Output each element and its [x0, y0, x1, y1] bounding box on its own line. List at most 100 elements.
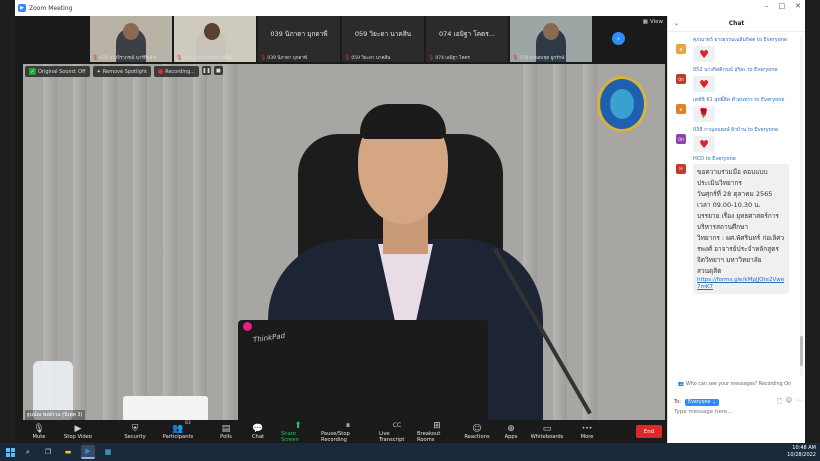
- chevron-down-icon[interactable]: ⌄: [674, 20, 679, 27]
- pause-stop-recording-button[interactable]: ⏸ Pause/Stop Recording: [321, 420, 375, 443]
- system-clock[interactable]: 10:48 AM 10/28/2022: [787, 445, 816, 459]
- chevron-right-icon: ›: [616, 34, 621, 43]
- minimize-button[interactable]: –: [765, 2, 769, 10]
- whiteboard-icon: ▭: [542, 423, 552, 434]
- windows-taskbar: ⌕ ❐ ▬ ▶ ▦ 10:48 AM 10/28/2022: [0, 443, 820, 461]
- participant-name: 078 นางจิราภรณ์ นาร์ทิพส์เร: [99, 56, 157, 61]
- apps-icon: ⊕: [507, 423, 515, 434]
- participant-thumbnail[interactable]: 059 วิยะดา นาคสิน 🎙 059 วิยะดา นาคสิน: [342, 16, 424, 62]
- file-icon[interactable]: 🗋: [777, 397, 782, 407]
- reactions-button[interactable]: ☺ Reactions: [464, 420, 490, 443]
- mic-muted-icon: 🎙: [92, 54, 99, 61]
- meeting-toolbar: 🎙 Mute ▶ Stop Video ⛨ Security 👥 83 Part…: [15, 420, 685, 443]
- share-screen-button[interactable]: ⬆ Share Screen: [281, 420, 315, 443]
- message-line: วิทยากร : ผศ.พัศรินทร์ ก่อเลิศวรพงศ์ อาจ…: [697, 234, 785, 275]
- thumbnail-strip: 🎙 078 นางจิราภรณ์ นาร์ทิพส์เร 🎙 031 นางวรว…: [90, 16, 592, 62]
- security-button[interactable]: ⛨ Security: [120, 420, 150, 443]
- participant-thumbnail[interactable]: 074 เอมิฐา โคตร... 🎙 074 เอมิฐา โคตร: [426, 16, 508, 62]
- polls-button[interactable]: ▤ Polls: [215, 420, 237, 443]
- original-sound-pill[interactable]: ✓ Original Sound: Off: [25, 66, 90, 77]
- more-icon[interactable]: ⋯: [796, 397, 802, 407]
- heart-icon: ♥: [699, 77, 709, 91]
- mic-muted-icon: 🎙: [176, 54, 183, 61]
- message-sender: HCD: [693, 156, 705, 162]
- more-button[interactable]: ••• More: [578, 420, 596, 443]
- recording-indicator: Recording...: [154, 66, 199, 77]
- form-link[interactable]: https://forms.gle/kMpJJQte2Vwe7mK7: [697, 277, 785, 291]
- task-view-icon[interactable]: ❐: [41, 445, 55, 459]
- whiteboards-button[interactable]: ▭ Whiteboards: [531, 420, 564, 443]
- stop-icon: ■: [216, 67, 221, 74]
- avatar: ต: [676, 104, 686, 114]
- participant-thumbnail[interactable]: 039 นิภาดา มุกดาพี 🎙 039 นิภาดา มุกดาพี: [258, 16, 340, 62]
- app-taskbar-icon[interactable]: ▦: [101, 445, 115, 459]
- stop-video-button[interactable]: ▶ Stop Video: [60, 420, 96, 443]
- remove-spotlight-pill[interactable]: ✦ Remove Spotlight: [92, 66, 152, 77]
- emoji-icon[interactable]: ☺: [786, 397, 792, 407]
- grid-icon: ▦: [642, 19, 648, 25]
- chat-message: HCD to Everyone H ขอความร่วมมือ ตอบแบบปร…: [676, 156, 806, 294]
- window-title: Zoom Meeting: [29, 4, 73, 12]
- participant-thumbnail[interactable]: 🎙 031 นางวรวรรณ วงศ์พิธ์: [174, 16, 256, 62]
- participant-name-overlay: 059 วิยะดา นาคสิน: [354, 30, 412, 38]
- video-icon: ▶: [74, 423, 82, 434]
- chat-message: 038 กาญจนพงษ์ ผิวบ้าน to Everyone 0ก ♥: [676, 126, 806, 152]
- avatar: ศ: [676, 44, 686, 54]
- participant-count: 83: [185, 421, 191, 426]
- breakout-rooms-button[interactable]: ⊞ Breakout Rooms: [417, 420, 457, 443]
- chat-scrollbar[interactable]: [800, 36, 803, 376]
- participant-thumbnail[interactable]: 🎙 078 นายสมชุด ผูกรักษ์: [510, 16, 592, 62]
- record-dot-icon: [158, 69, 164, 74]
- message-line: วันศุกร์ที่ 28 ตุลาคม 2565 เวลา 09.00-10…: [697, 190, 773, 209]
- apps-button[interactable]: ⊕ Apps: [502, 420, 520, 443]
- search-icon[interactable]: ⌕: [21, 445, 35, 459]
- chat-icon: 💬: [252, 423, 264, 434]
- stop-recording-button[interactable]: ■: [213, 66, 223, 75]
- windows-start-icon[interactable]: [6, 447, 15, 457]
- chat-message: 052 นางกิตติภรณ์ สุริยะ to Everyone 0ก ♥: [676, 66, 806, 92]
- pause-recording-button[interactable]: ❚❚: [201, 66, 211, 75]
- close-button[interactable]: ✕: [795, 2, 801, 10]
- view-button[interactable]: ▦ View: [643, 19, 663, 25]
- participant-name-overlay: 039 นิภาดา มุกดาพี: [270, 30, 328, 38]
- title-bar: ▶ Zoom Meeting – □ ✕: [15, 0, 805, 16]
- next-page-button[interactable]: ›: [612, 32, 625, 45]
- breakout-icon: ⊞: [433, 420, 441, 431]
- video-overlay-pills: ✓ Original Sound: Off ✦ Remove Spotlight…: [25, 66, 223, 77]
- participant-name-overlay: 074 เอมิฐา โคตร...: [439, 30, 495, 38]
- participant-name: 059 วิยะดา นาคสิน: [351, 56, 391, 61]
- mute-button[interactable]: 🎙 Mute: [25, 420, 53, 443]
- main-video[interactable]: ThinkPad ฐนนัณ พงษ์ร่วม (นิเทศ 3) ✓ Orig…: [23, 64, 665, 422]
- clock-date: 10/28/2022: [787, 452, 816, 458]
- pause-icon: ❚❚: [202, 67, 211, 74]
- chat-header: ⌄ Chat: [668, 16, 805, 32]
- end-meeting-button[interactable]: End: [636, 425, 662, 438]
- recipient-select[interactable]: Everyone ⌄: [684, 398, 720, 406]
- university-seal: [597, 76, 647, 132]
- avatar: H: [676, 164, 686, 174]
- message-line: ขอความร่วมมือ ตอบแบบประเมินวิทยากร: [697, 168, 768, 187]
- mic-muted-icon: 🎙: [344, 54, 351, 61]
- heart-icon: ♥: [699, 137, 709, 151]
- zoom-taskbar-icon[interactable]: ▶: [81, 445, 95, 459]
- message-sender: 052 นางกิตติภรณ์ สุริยะ: [693, 67, 746, 73]
- participants-button[interactable]: 👥 83 Participants: [161, 420, 195, 443]
- live-transcript-button[interactable]: CC Live Transcript: [379, 420, 415, 443]
- chat-input[interactable]: [674, 409, 800, 415]
- participant-thumbnail[interactable]: 🎙 078 นางจิราภรณ์ นาร์ทิพส์เร: [90, 16, 172, 62]
- who-can-see-notice[interactable]: 👥 Who can see your messages? Recording O…: [678, 382, 791, 387]
- view-label: View: [649, 19, 663, 25]
- file-explorer-icon[interactable]: ▬: [61, 445, 75, 459]
- zoom-logo-icon: ▶: [18, 4, 26, 12]
- maximize-button[interactable]: □: [779, 2, 786, 10]
- shield-icon: ⛨: [131, 423, 139, 434]
- heart-icon: ♥: [699, 47, 709, 61]
- speaker-name-label: ฐนนัณ พงษ์ร่วม (นิเทศ 3): [25, 410, 85, 420]
- clock-time: 10:48 AM: [792, 445, 816, 451]
- chat-panel: ⌄ Chat ศุภณาทร์ ยางธรรมเฉลิมกิตต to Ever…: [667, 16, 805, 443]
- participants-icon: 👥: [172, 423, 184, 434]
- rose-icon: 🌹: [698, 109, 710, 119]
- participant-name: 039 นิภาดา มุกดาพี: [267, 56, 307, 61]
- avatar: 0ก: [676, 134, 686, 144]
- chat-button[interactable]: 💬 Chat: [247, 420, 269, 443]
